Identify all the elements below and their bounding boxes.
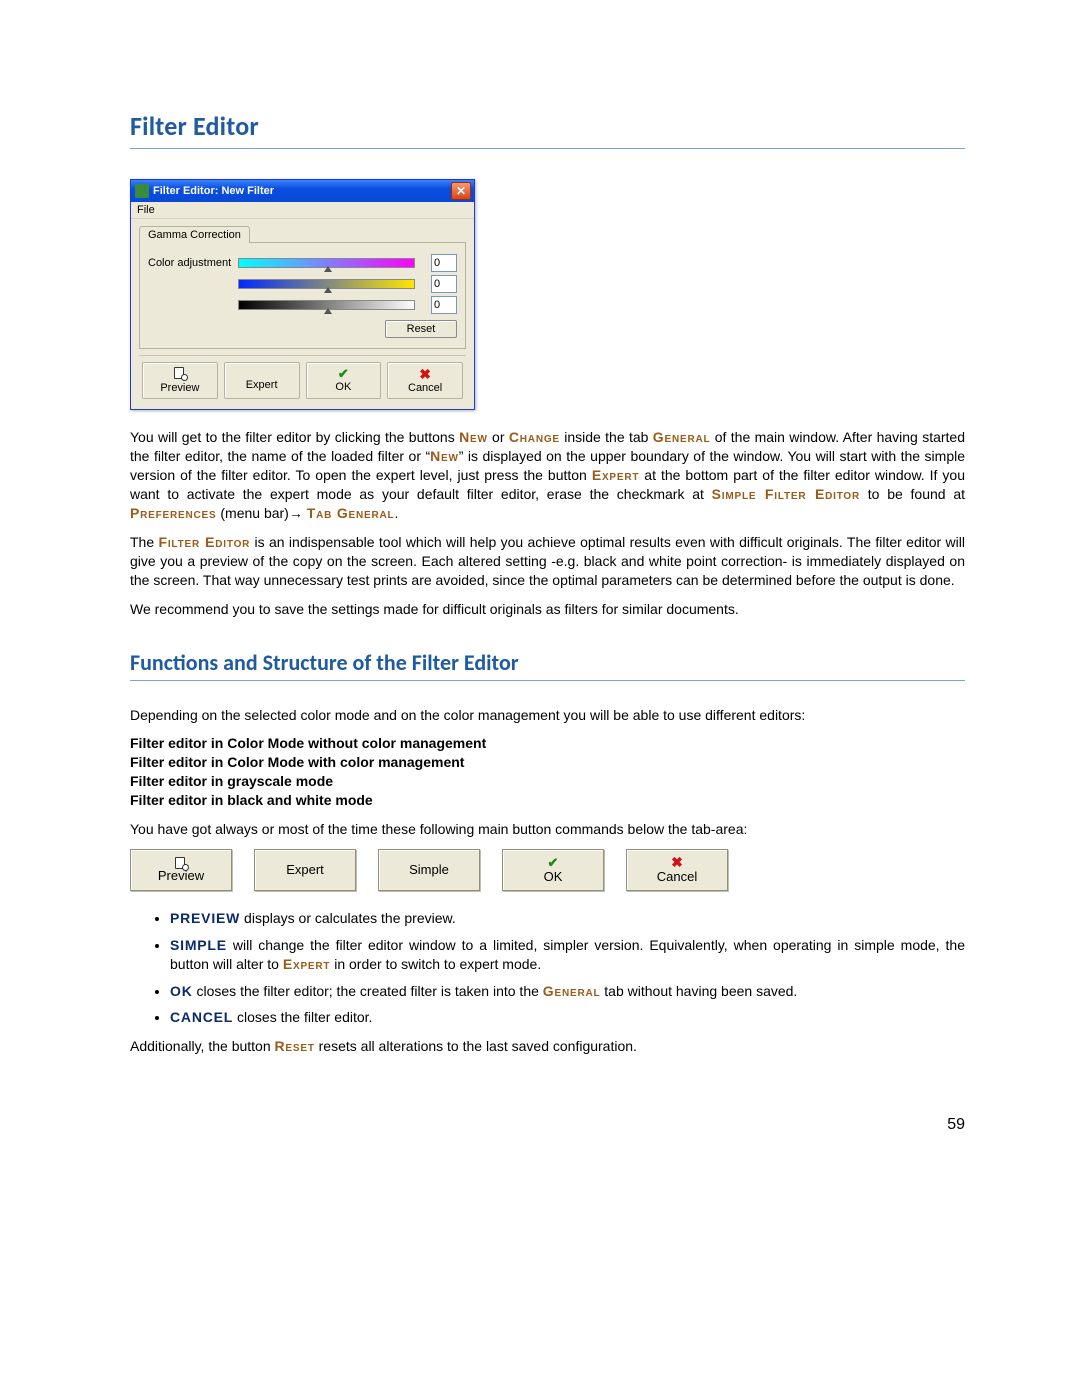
ok-button[interactable]: ✔ OK bbox=[306, 362, 382, 399]
fig-ok-button[interactable]: ✔ OK bbox=[502, 849, 604, 891]
label-color-adjustment: Color adjustment bbox=[148, 257, 238, 269]
slider-blue-yellow[interactable] bbox=[238, 279, 425, 289]
value-black-white[interactable]: 0 bbox=[431, 296, 457, 314]
slider-cyan-magenta[interactable] bbox=[238, 258, 425, 268]
menu-bar: File bbox=[131, 202, 474, 219]
ref-preferences: Preferences bbox=[130, 505, 216, 521]
ref-new: New bbox=[459, 429, 488, 445]
page-number: 59 bbox=[130, 1116, 965, 1134]
ref-general: General bbox=[653, 429, 711, 445]
ref-cancel: CANCEL bbox=[170, 1009, 233, 1025]
list-item: OK closes the filter editor; the created… bbox=[170, 982, 965, 1001]
list-item: SIMPLE will change the filter editor win… bbox=[170, 936, 965, 974]
paragraph-buttons-intro: You have got always or most of the time … bbox=[130, 820, 965, 839]
reset-button[interactable]: Reset bbox=[385, 320, 457, 338]
fig-simple-button[interactable]: Simple bbox=[378, 849, 480, 891]
ref-filter-editor: Filter Editor bbox=[158, 534, 250, 550]
app-icon bbox=[135, 184, 149, 198]
preview-icon bbox=[174, 367, 186, 379]
fig-cancel-label: Cancel bbox=[657, 870, 697, 884]
ref-simple-filter-editor: Simple Filter Editor bbox=[712, 486, 860, 502]
subheading-rule bbox=[130, 680, 965, 681]
paragraph-recommend: We recommend you to save the settings ma… bbox=[130, 600, 965, 619]
heading-rule bbox=[130, 148, 965, 149]
value-blue-yellow[interactable]: 0 bbox=[431, 275, 457, 293]
ref-change: Change bbox=[509, 429, 560, 445]
paragraph-intro: You will get to the filter editor by cli… bbox=[130, 428, 965, 522]
ref-ok: OK bbox=[170, 983, 193, 999]
expert-button-label: Expert bbox=[246, 379, 278, 391]
fig-expert-label: Expert bbox=[286, 863, 324, 877]
button-row-figure: Preview Expert Simple ✔ OK ✖ Cancel bbox=[130, 849, 965, 891]
check-icon: ✔ bbox=[548, 856, 559, 870]
section-heading: Filter Editor bbox=[130, 110, 965, 142]
fig-cancel-button[interactable]: ✖ Cancel bbox=[626, 849, 728, 891]
menu-file[interactable]: File bbox=[137, 204, 155, 216]
cancel-button[interactable]: ✖ Cancel bbox=[387, 362, 463, 399]
tab-gamma-correction[interactable]: Gamma Correction bbox=[139, 226, 250, 243]
ref-expert-2: Expert bbox=[283, 956, 330, 972]
ref-simple: SIMPLE bbox=[170, 937, 227, 953]
close-icon[interactable]: ✕ bbox=[451, 182, 471, 200]
ref-reset: Reset bbox=[275, 1038, 315, 1054]
cancel-button-label: Cancel bbox=[408, 382, 442, 394]
fig-ok-label: OK bbox=[544, 870, 563, 884]
preview-button[interactable]: Preview bbox=[142, 362, 218, 399]
paragraph-reset: Additionally, the button Reset resets al… bbox=[130, 1037, 965, 1056]
x-icon: ✖ bbox=[419, 366, 431, 382]
dialog-titlebar: Filter Editor: New Filter ✕ bbox=[131, 180, 474, 202]
preview-icon bbox=[175, 857, 187, 869]
x-icon: ✖ bbox=[671, 855, 683, 870]
expert-button[interactable]: Expert bbox=[224, 362, 300, 399]
check-icon: ✔ bbox=[338, 366, 349, 381]
list-item: CANCEL closes the filter editor. bbox=[170, 1008, 965, 1027]
filter-editor-dialog-figure: Filter Editor: New Filter ✕ File Gamma C… bbox=[130, 179, 475, 410]
ref-tab-general: Tab General bbox=[307, 505, 395, 521]
ok-button-label: OK bbox=[335, 381, 351, 393]
fig-expert-button[interactable]: Expert bbox=[254, 849, 356, 891]
subsection-heading: Functions and Structure of the Filter Ed… bbox=[130, 649, 965, 676]
fig-simple-label: Simple bbox=[409, 863, 449, 877]
slider-black-white[interactable] bbox=[238, 300, 425, 310]
fig-preview-label: Preview bbox=[158, 869, 204, 883]
fig-preview-button[interactable]: Preview bbox=[130, 849, 232, 891]
dialog-title: Filter Editor: New Filter bbox=[153, 185, 274, 197]
preview-button-label: Preview bbox=[160, 382, 199, 394]
button-descriptions-list: PREVIEW displays or calculates the previ… bbox=[170, 909, 965, 1027]
paragraph-description: The Filter Editor is an indispensable to… bbox=[130, 533, 965, 590]
ref-general-2: General bbox=[543, 983, 601, 999]
list-item: PREVIEW displays or calculates the previ… bbox=[170, 909, 965, 928]
paragraph-editors-intro: Depending on the selected color mode and… bbox=[130, 706, 965, 725]
editor-modes-list: Filter editor in Color Mode without colo… bbox=[130, 734, 965, 810]
value-cyan-magenta[interactable]: 0 bbox=[431, 254, 457, 272]
ref-new-2: New bbox=[430, 448, 459, 464]
ref-expert: Expert bbox=[592, 467, 639, 483]
ref-preview: PREVIEW bbox=[170, 910, 240, 926]
